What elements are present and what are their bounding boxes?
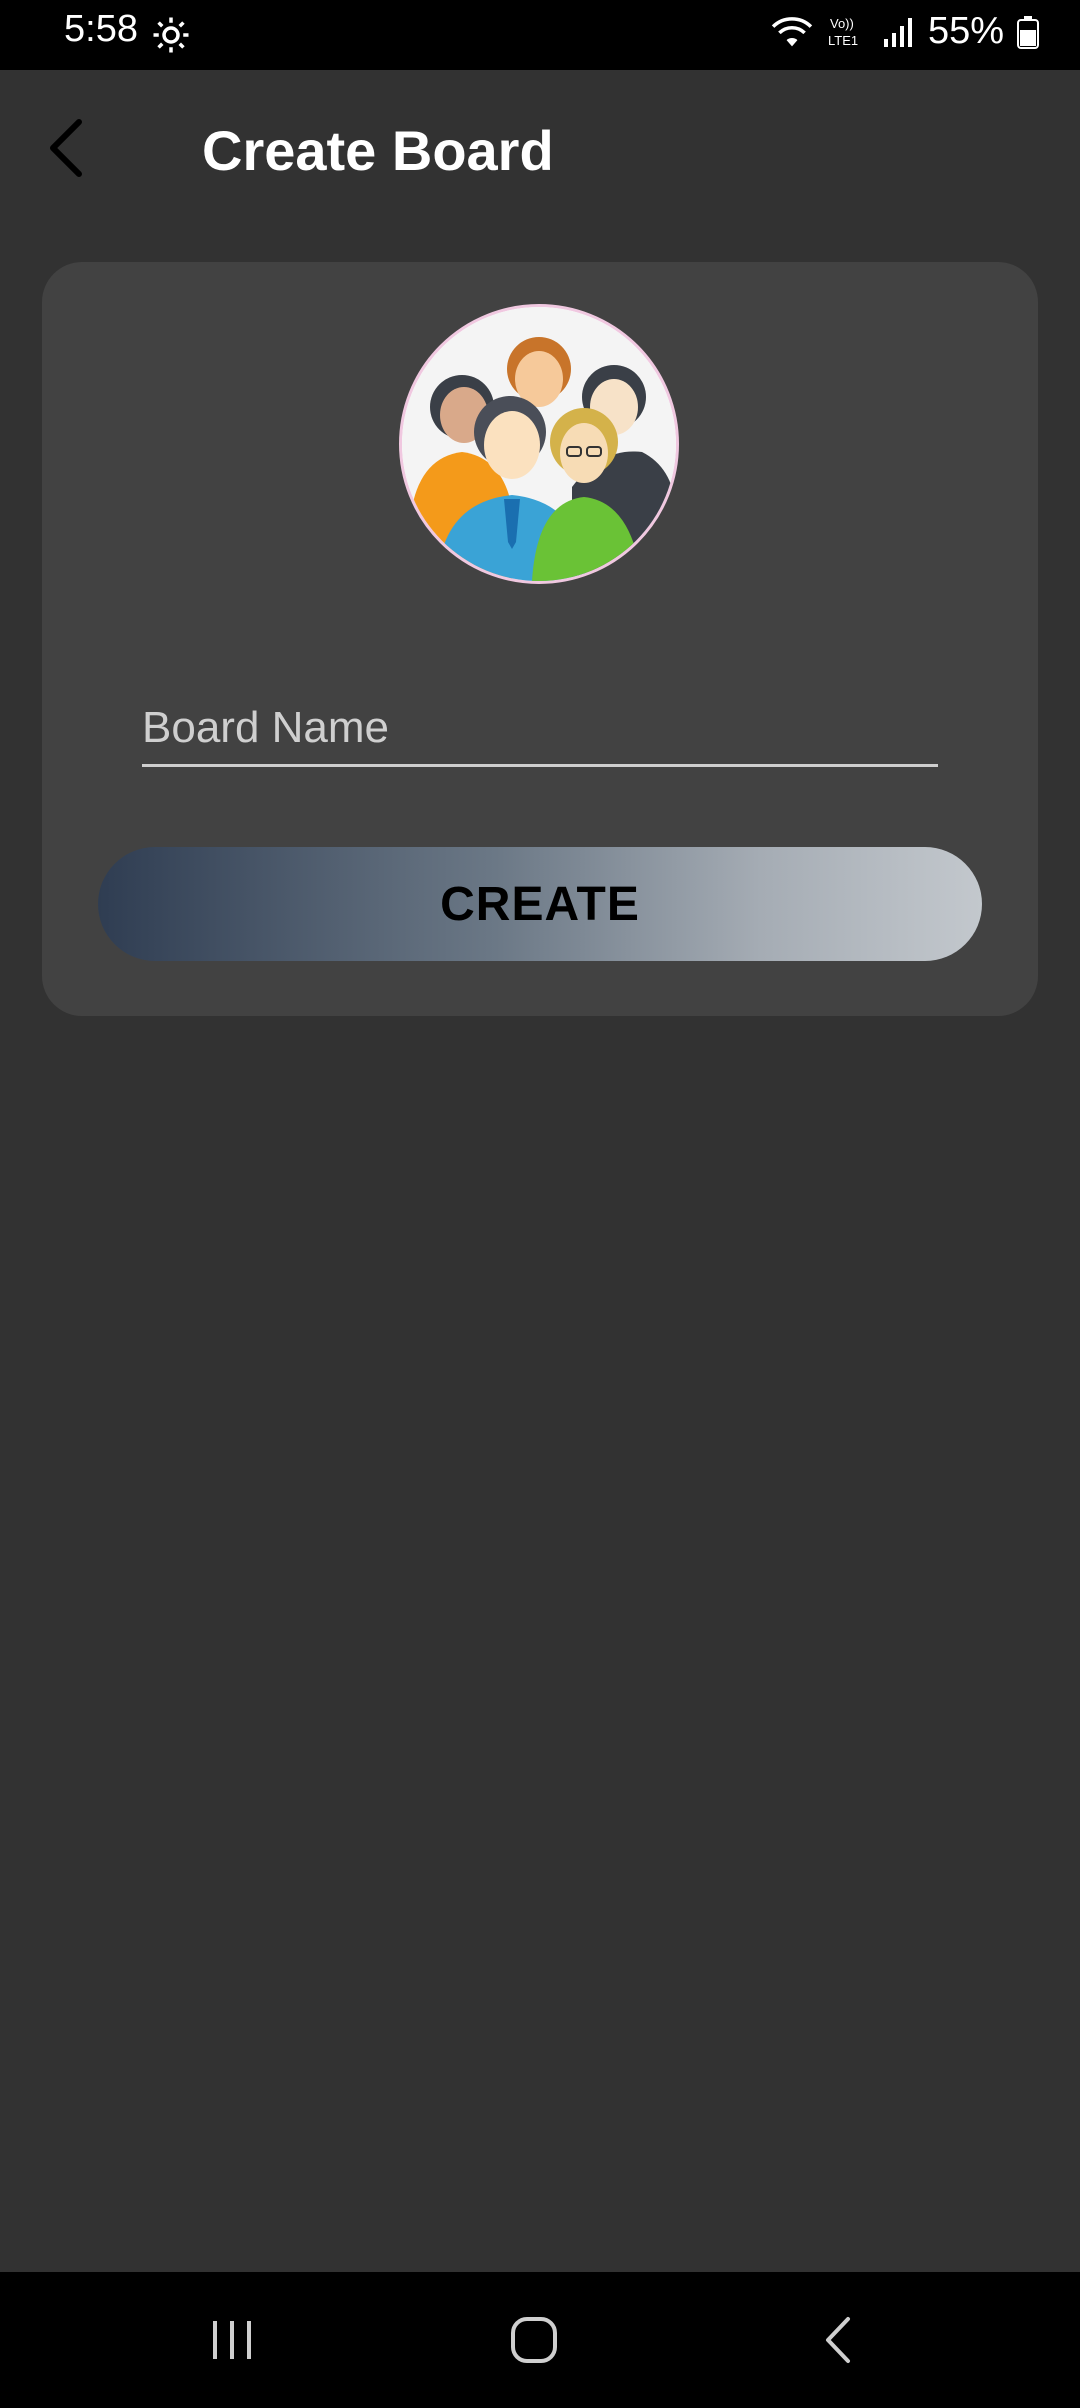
- status-time: 5:58: [64, 8, 138, 50]
- navigation-bar: [0, 2272, 1080, 2408]
- battery-icon: [1016, 14, 1040, 50]
- status-bar: 5:58 Vo)) LTE1 55%: [0, 0, 1080, 70]
- home-button[interactable]: [494, 2312, 574, 2372]
- back-icon: [818, 2315, 858, 2370]
- create-board-card: CREATE: [42, 262, 1038, 1016]
- home-icon: [509, 2315, 559, 2370]
- create-button[interactable]: CREATE: [98, 847, 982, 961]
- svg-text:Vo)): Vo)): [830, 16, 854, 31]
- board-name-field[interactable]: [142, 692, 938, 767]
- svg-text:LTE1: LTE1: [828, 33, 858, 48]
- group-people-icon: [402, 307, 676, 581]
- system-back-button[interactable]: [798, 2312, 878, 2372]
- wifi-icon: [770, 14, 814, 50]
- back-button[interactable]: [30, 110, 100, 190]
- app-bar: Create Board: [0, 70, 1080, 230]
- signal-icon: [882, 15, 916, 49]
- status-right: Vo)) LTE1 55%: [770, 10, 1040, 53]
- recent-apps-icon: [207, 2317, 257, 2368]
- board-avatar[interactable]: [399, 304, 679, 584]
- gear-icon: [150, 14, 192, 56]
- page-title: Create Board: [202, 119, 554, 182]
- back-arrow-icon: [43, 116, 87, 185]
- volte-icon: Vo)) LTE1: [826, 14, 870, 50]
- recent-apps-button[interactable]: [192, 2312, 272, 2372]
- board-name-input[interactable]: [142, 692, 938, 764]
- battery-percent: 55%: [927, 10, 1004, 52]
